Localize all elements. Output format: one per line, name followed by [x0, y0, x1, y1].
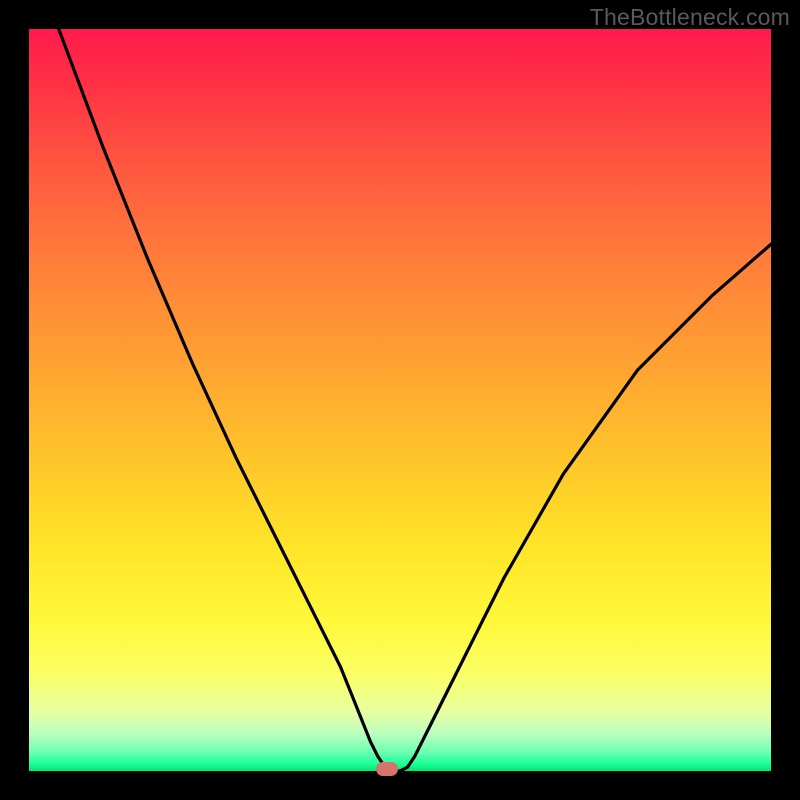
watermark-text: TheBottleneck.com — [590, 4, 790, 31]
optimal-marker — [376, 762, 398, 776]
chart-frame: TheBottleneck.com — [0, 0, 800, 800]
plot-area — [29, 29, 771, 771]
bottleneck-curve — [29, 29, 771, 771]
